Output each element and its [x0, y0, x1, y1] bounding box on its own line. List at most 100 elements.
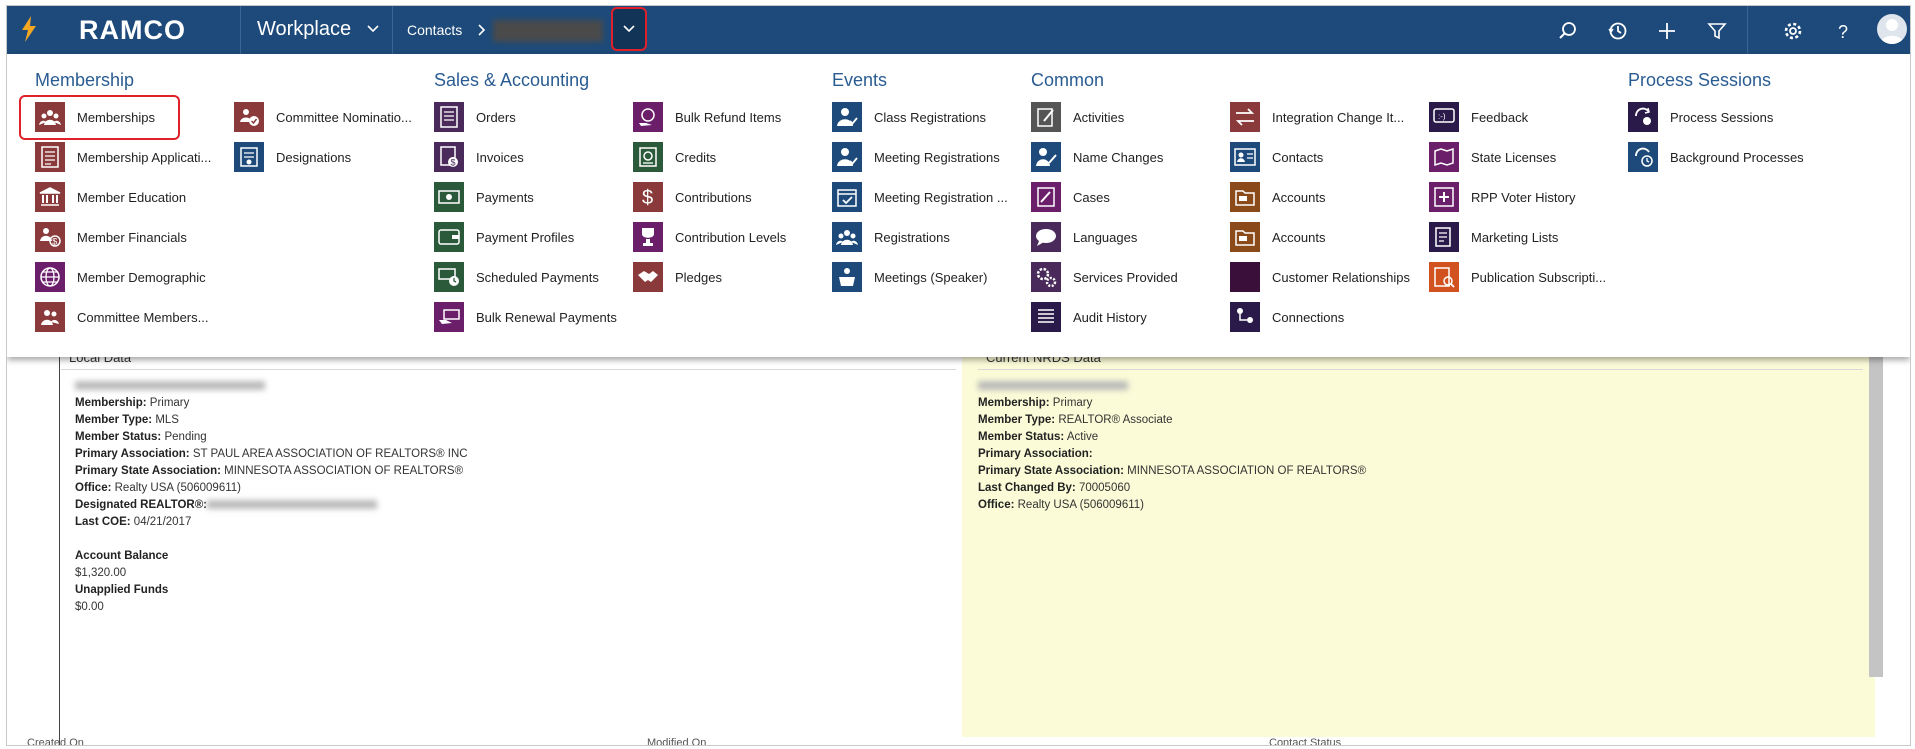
menu-item-orders[interactable]: Orders: [434, 102, 516, 132]
menu-item-class-registrations[interactable]: Class Registrations: [832, 102, 986, 132]
help-icon[interactable]: ?: [1832, 20, 1854, 42]
record-content: Local Data Membership: Primary Member Ty…: [7, 357, 1910, 745]
menu-item-memberships[interactable]: Memberships: [35, 102, 155, 132]
menu-item-services-provided[interactable]: Services Provided: [1031, 262, 1178, 292]
menu-item-publication-subscriptions[interactable]: Publication Subscripti...: [1429, 262, 1606, 292]
nrds-row-member-type: Member Type: REALTOR® Associate: [978, 414, 1173, 426]
menu-item-contacts[interactable]: Contacts: [1230, 142, 1323, 172]
svg-text::-): :-): [1438, 112, 1446, 121]
account-folder-icon: [1230, 182, 1260, 212]
menu-item-scheduled-payments[interactable]: Scheduled Payments: [434, 262, 599, 292]
menu-item-background-processes[interactable]: Background Processes: [1628, 142, 1804, 172]
scheduled-cash-icon: [434, 262, 464, 292]
search-icon[interactable]: [1557, 20, 1579, 42]
institution-icon: [35, 182, 65, 212]
top-nav-bar: RAMCO Workplace Contacts ?: [7, 6, 1910, 54]
menu-item-cases[interactable]: Cases: [1031, 182, 1110, 212]
ramco-logo[interactable]: RAMCO: [79, 15, 186, 46]
menu-item-committee-members[interactable]: Committee Members...: [35, 302, 208, 332]
menu-item-marketing-lists[interactable]: Marketing Lists: [1429, 222, 1558, 252]
menu-item-registrations[interactable]: Registrations: [832, 222, 950, 252]
chevron-right-icon: [478, 24, 486, 36]
ballot-icon: [1429, 182, 1459, 212]
map-icon: [1429, 142, 1459, 172]
menu-item-member-financials[interactable]: $ Member Financials: [35, 222, 187, 252]
menu-item-member-education[interactable]: Member Education: [35, 182, 186, 212]
menu-item-activities[interactable]: Activities: [1031, 102, 1124, 132]
section-title-sales-accounting: Sales & Accounting: [434, 70, 590, 90]
history-icon[interactable]: [1607, 20, 1629, 42]
menu-item-payments[interactable]: Payments: [434, 182, 534, 212]
menu-item-pledges[interactable]: Pledges: [633, 262, 722, 292]
relationship-icon: [1230, 262, 1260, 292]
menu-item-membership-applications[interactable]: Membership Applicati...: [35, 142, 211, 172]
filter-icon[interactable]: [1706, 20, 1728, 42]
menu-item-meeting-registration-details[interactable]: Meeting Registration ...: [832, 182, 1008, 212]
gear-icon[interactable]: [1782, 20, 1804, 42]
local-row-designated-realtor: Designated REALTOR®:: [61, 497, 968, 514]
plus-icon[interactable]: [1656, 20, 1678, 42]
calendar-check-icon: [832, 182, 862, 212]
svg-text:?: ?: [1838, 22, 1848, 42]
menu-item-bulk-refund-items[interactable]: Bulk Refund Items: [633, 102, 781, 132]
menu-item-bulk-renewal-payments[interactable]: Bulk Renewal Payments: [434, 302, 617, 332]
menu-item-process-sessions[interactable]: Process Sessions: [1628, 102, 1773, 132]
menu-item-contributions[interactable]: $ Contributions: [633, 182, 752, 212]
svg-text:$: $: [451, 158, 456, 168]
menu-item-payment-profiles[interactable]: Payment Profiles: [434, 222, 574, 252]
speaker-podium-icon: [832, 262, 862, 292]
nrds-row-membership: Membership: Primary: [978, 397, 1093, 409]
lightning-icon[interactable]: [21, 16, 37, 42]
local-data-header: Local Data: [61, 357, 956, 370]
menu-item-invoices[interactable]: $ Invoices: [434, 142, 524, 172]
clipboard-pencil-icon: [1031, 102, 1061, 132]
menu-item-meeting-registrations[interactable]: Meeting Registrations: [832, 142, 1000, 172]
menu-item-state-licenses[interactable]: State Licenses: [1429, 142, 1556, 172]
local-row-member-type: Member Type: MLS: [75, 414, 179, 426]
feedback-icon: :-): [1429, 102, 1459, 132]
list-icon: [1031, 302, 1061, 332]
form-icon: [35, 142, 65, 172]
menu-item-accounts-2[interactable]: Accounts: [1230, 222, 1325, 252]
user-avatar[interactable]: [1877, 14, 1907, 44]
exchange-icon: [1230, 102, 1260, 132]
menu-item-connections[interactable]: Connections: [1230, 302, 1344, 332]
vertical-scrollbar[interactable]: [1869, 357, 1883, 677]
contact-status-label: Contact Status: [1269, 737, 1342, 746]
record-dropdown-button[interactable]: [611, 7, 647, 51]
local-row-last-coe: Last COE: 04/21/2017: [75, 516, 192, 528]
people-icon: [35, 102, 65, 132]
menu-item-customer-relationships[interactable]: Customer Relationships: [1230, 262, 1410, 292]
nrds-row-primary-association: Primary Association:: [978, 448, 1093, 460]
chevron-down-icon[interactable]: [367, 25, 379, 33]
person-check-icon: [832, 142, 862, 172]
menu-item-committee-nominations[interactable]: Committee Nominatio...: [234, 102, 412, 132]
certificate-icon: [234, 142, 264, 172]
nrds-row-member-status: Member Status: Active: [978, 431, 1099, 443]
menu-item-accounts[interactable]: Accounts: [1230, 182, 1325, 212]
people-check-icon: [234, 102, 264, 132]
menu-item-feedback[interactable]: :-) Feedback: [1429, 102, 1528, 132]
people-dollar-icon: $: [35, 222, 65, 252]
section-title-common: Common: [1031, 70, 1105, 90]
menu-item-contribution-levels[interactable]: Contribution Levels: [633, 222, 786, 252]
menu-item-languages[interactable]: Languages: [1031, 222, 1137, 252]
menu-item-designations[interactable]: Designations: [234, 142, 351, 172]
workplace-switcher[interactable]: Workplace: [257, 18, 351, 41]
account-balance-label: Account Balance: [75, 550, 169, 562]
menu-item-audit-history[interactable]: Audit History: [1031, 302, 1147, 332]
menu-item-name-changes[interactable]: Name Changes: [1031, 142, 1163, 172]
nrds-data-panel: Current NRDS Data Membership: Primary Me…: [962, 357, 1875, 737]
menu-item-rpp-voter-history[interactable]: RPP Voter History: [1429, 182, 1576, 212]
unapplied-funds-value: $0.00: [75, 601, 104, 613]
menu-item-credits[interactable]: Credits: [633, 142, 716, 172]
invoice-icon: $: [434, 142, 464, 172]
breadcrumb-contacts[interactable]: Contacts: [407, 22, 462, 38]
menu-item-meetings-speaker[interactable]: Meetings (Speaker): [832, 262, 987, 292]
people-icon: [35, 302, 65, 332]
nrds-data-header: Current NRDS Data: [978, 357, 1863, 370]
menu-item-member-demographic[interactable]: Member Demographic: [35, 262, 206, 292]
redacted-name: [75, 381, 265, 391]
section-title-events: Events: [832, 70, 888, 90]
menu-item-integration-change-items[interactable]: Integration Change It...: [1230, 102, 1404, 132]
